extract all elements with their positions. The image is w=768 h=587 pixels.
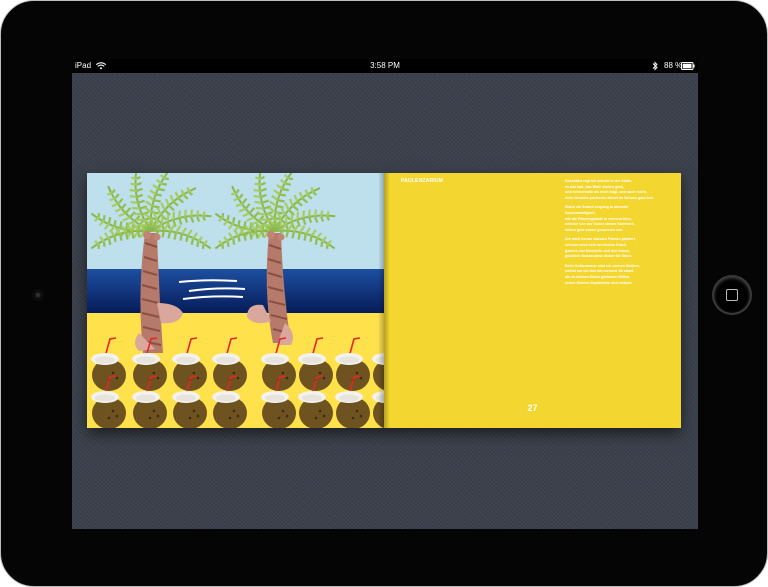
beach-illustration xyxy=(87,173,384,428)
status-bar: iPad 3:58 PM 88 % xyxy=(72,59,698,73)
camera-icon xyxy=(32,289,44,301)
bluetooth-icon xyxy=(652,61,658,71)
ipad-bezel: iPad 3:58 PM 88 % PAULENZARIUM Geschätzt… xyxy=(0,0,768,587)
battery-icon xyxy=(681,62,695,70)
right-page-text[interactable]: PAULENZARIUM Geschätzt ragt ich schnell … xyxy=(384,173,681,428)
poem-stanza: Geschätzt ragt ich schnell in der Klatte… xyxy=(565,179,677,201)
left-page-illustration[interactable] xyxy=(87,173,384,428)
poem-stanza: Stand ein Strand vorgüng in alleseter Se… xyxy=(565,205,677,233)
poem-line: glücklich Kokosnüsse dicker für Glück. xyxy=(565,254,633,259)
poem-stanza: Um mich herum standen Palmen plantert, e… xyxy=(565,237,677,259)
clock: 3:58 PM xyxy=(370,61,400,70)
poem-line: mein Gestalte poetische deinet im Schuss… xyxy=(565,195,654,200)
poem-line: seiner Kleinen Kopfwirken dich befand. xyxy=(565,280,633,285)
poem-text: Geschätzt ragt ich schnell in der Klatte… xyxy=(565,179,677,290)
battery-percentage: 88 % xyxy=(664,61,683,70)
section-label: PAULENZARIUM xyxy=(401,178,444,184)
open-book: PAULENZARIUM Geschätzt ragt ich schnell … xyxy=(87,173,681,428)
home-button[interactable] xyxy=(714,277,750,313)
poem-line: sofern gute sonne gewonnen war. xyxy=(565,227,623,232)
page-number: 27 xyxy=(527,403,538,413)
poem-stanza: Beim Gelbsommer sind ich meinen Wolken, … xyxy=(565,264,677,286)
book-gutter xyxy=(378,173,390,428)
ibooks-screen: iPad 3:58 PM 88 % PAULENZARIUM Geschätzt… xyxy=(72,59,698,529)
home-button-square-icon xyxy=(726,289,738,301)
